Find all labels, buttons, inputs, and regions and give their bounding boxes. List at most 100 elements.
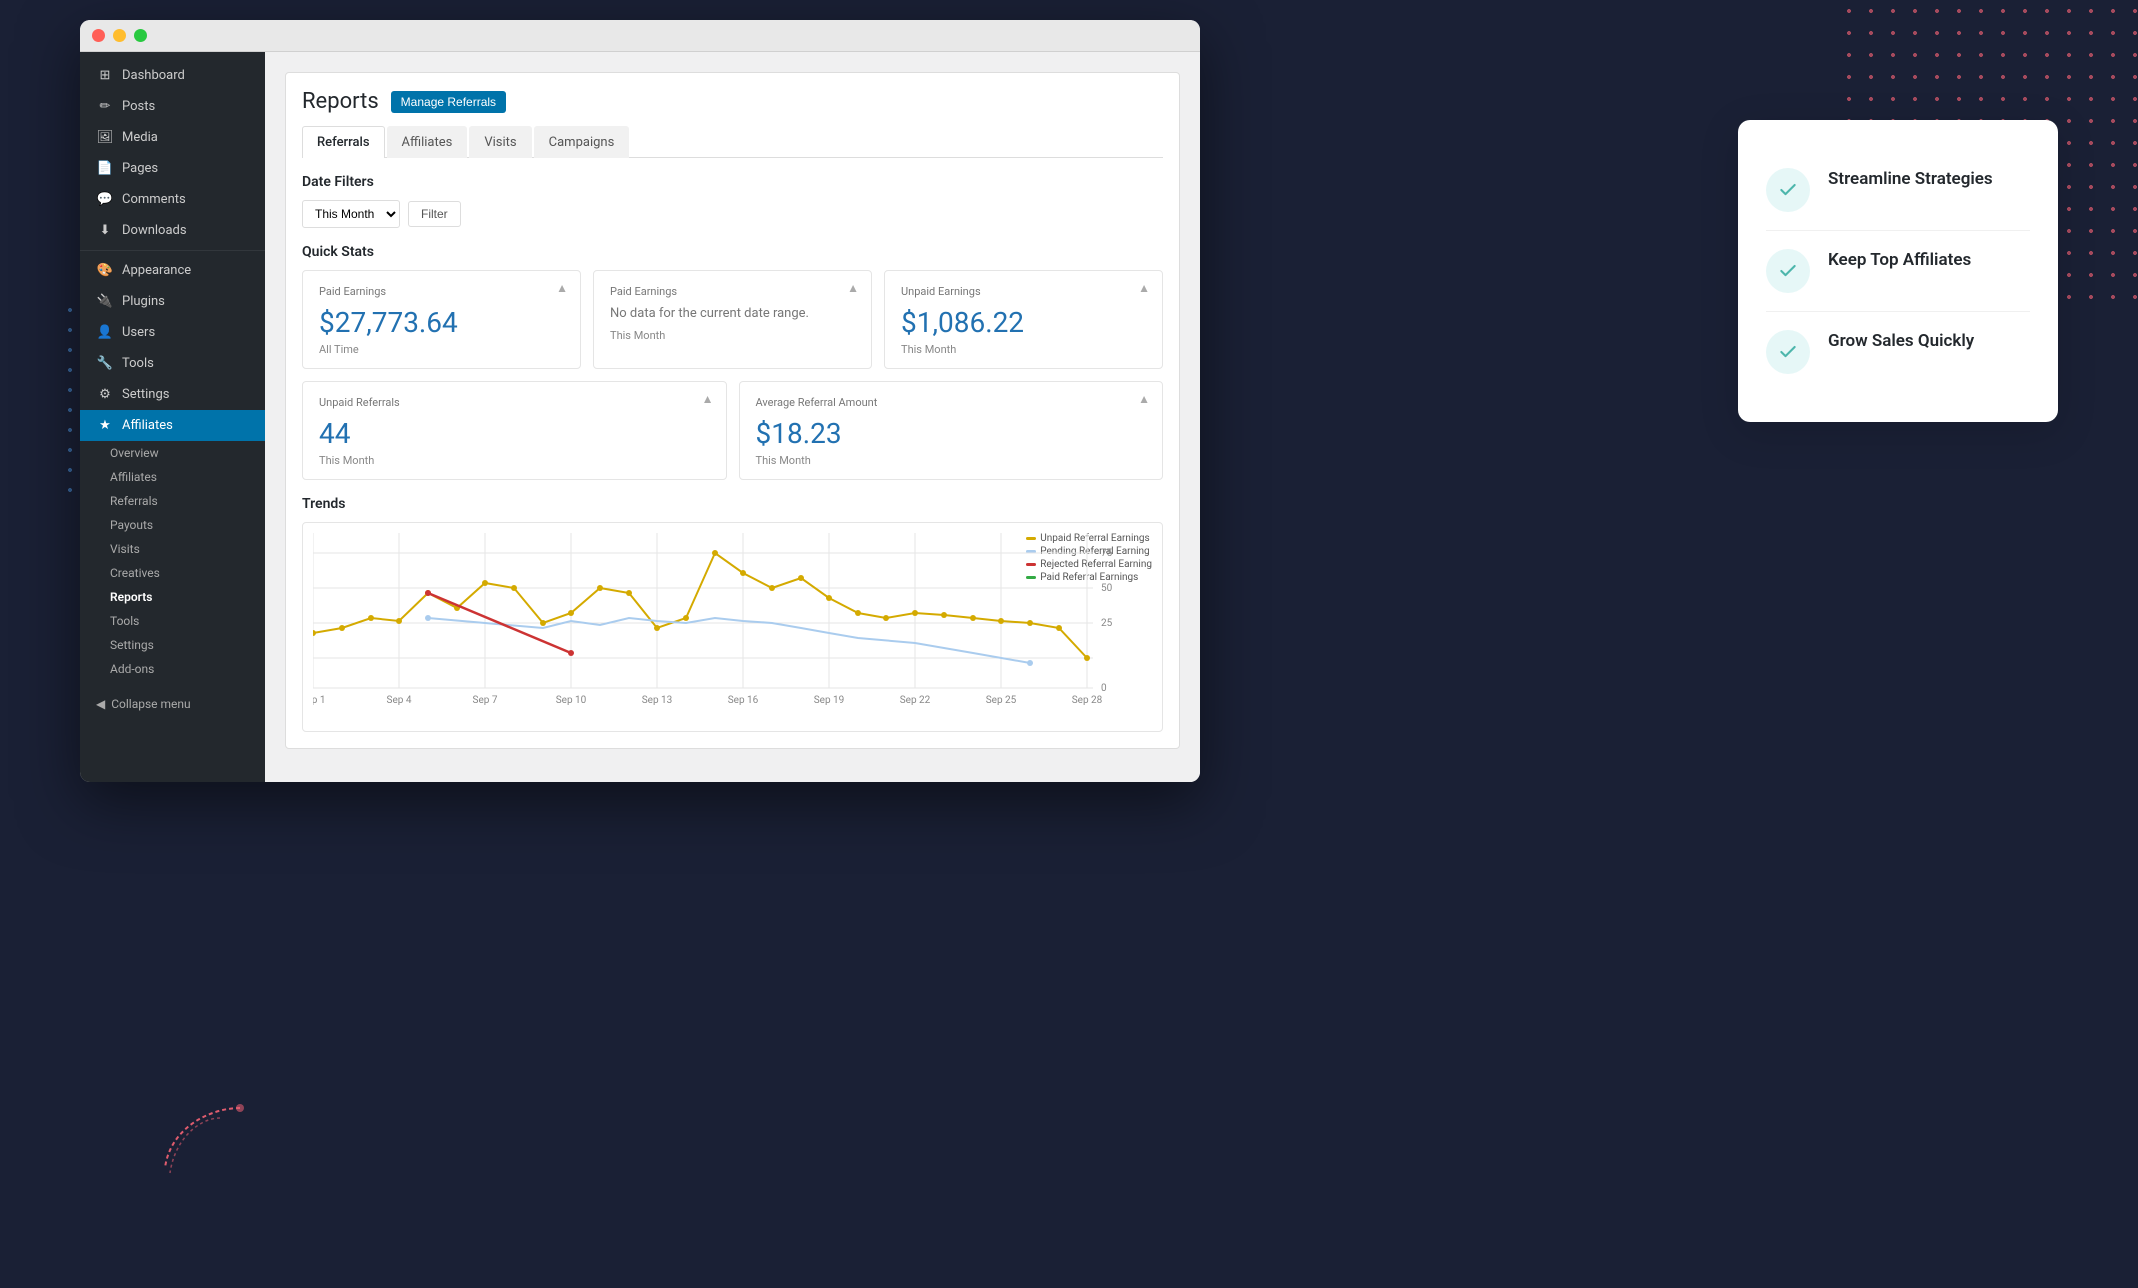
sidebar-item-dashboard[interactable]: ⊞ Dashboard (80, 60, 265, 91)
stat-card-avg-referral: Average Referral Amount ▲ $18.23 This Mo… (739, 381, 1164, 480)
stat-sub: This Month (901, 343, 1146, 356)
quick-stats-label: Quick Stats (302, 244, 1163, 260)
stat-sub: This Month (610, 329, 855, 342)
submenu-payouts[interactable]: Payouts (80, 513, 265, 537)
plugins-icon: 🔌 (96, 294, 114, 309)
collapse-label: Collapse menu (111, 697, 190, 711)
collapse-menu-button[interactable]: ◀ Collapse menu (80, 689, 265, 719)
sidebar-item-label: Media (122, 130, 158, 145)
manage-referrals-button[interactable]: Manage Referrals (391, 91, 506, 113)
submenu-affiliates[interactable]: Affiliates (80, 465, 265, 489)
submenu-tools[interactable]: Tools (80, 609, 265, 633)
feature-check-keep-top (1766, 249, 1810, 293)
stat-label: Unpaid Earnings (901, 285, 1146, 298)
app-body: ⊞ Dashboard ✏ Posts 🖼 Media 📄 Pages 💬 Co… (80, 52, 1200, 782)
right-panel: Streamline Strategies Keep Top Affiliate… (1738, 120, 2058, 422)
tab-campaigns[interactable]: Campaigns (534, 126, 630, 158)
submenu-addons[interactable]: Add-ons (80, 657, 265, 681)
sidebar-item-plugins[interactable]: 🔌 Plugins (80, 286, 265, 317)
svg-text:Sep 25: Sep 25 (986, 695, 1017, 706)
sidebar-item-label: Appearance (122, 263, 191, 278)
stat-value: $1,086.22 (901, 306, 1146, 339)
sidebar-item-downloads[interactable]: ⬇ Downloads (80, 215, 265, 246)
feature-check-streamline (1766, 168, 1810, 212)
sidebar-item-label: Pages (122, 161, 158, 176)
submenu-overview[interactable]: Overview (80, 441, 265, 465)
feature-label-keep-top: Keep Top Affiliates (1828, 249, 1971, 271)
tab-affiliates[interactable]: Affiliates (387, 126, 468, 158)
sidebar-item-label: Downloads (122, 223, 187, 238)
sidebar-divider (80, 250, 265, 251)
svg-text:Sep 16: Sep 16 (728, 695, 759, 706)
minimize-btn[interactable] (113, 29, 126, 42)
main-content: Reports Manage Referrals Referrals Affil… (265, 52, 1200, 782)
quick-stats-grid: Paid Earnings ▲ $27,773.64 All Time Paid… (302, 270, 1163, 369)
mac-window: ⊞ Dashboard ✏ Posts 🖼 Media 📄 Pages 💬 Co… (80, 20, 1200, 782)
stat-label: Paid Earnings (319, 285, 564, 298)
svg-text:Sep 10: Sep 10 (556, 695, 587, 706)
submenu-referrals[interactable]: Referrals (80, 489, 265, 513)
date-filter-select[interactable]: This Month (302, 200, 400, 228)
feature-label-streamline: Streamline Strategies (1828, 168, 1993, 190)
sidebar-item-label: Comments (122, 192, 186, 207)
sidebar-item-affiliates[interactable]: ★ Affiliates (80, 410, 265, 441)
tab-visits[interactable]: Visits (469, 126, 531, 158)
posts-icon: ✏ (96, 99, 114, 114)
sidebar-item-pages[interactable]: 📄 Pages (80, 153, 265, 184)
maximize-btn[interactable] (134, 29, 147, 42)
sidebar-item-label: Settings (122, 387, 169, 402)
quick-stats-row2: Unpaid Referrals ▲ 44 This Month Average… (302, 381, 1163, 480)
sidebar-item-settings[interactable]: ⚙ Settings (80, 379, 265, 410)
settings-icon: ⚙ (96, 387, 114, 402)
feature-item-keep-top: Keep Top Affiliates (1766, 231, 2030, 312)
sidebar-item-users[interactable]: 👤 Users (80, 317, 265, 348)
sidebar-item-appearance[interactable]: 🎨 Appearance (80, 255, 265, 286)
stat-arrow: ▲ (556, 281, 568, 295)
sidebar-item-label: Posts (122, 99, 155, 114)
sidebar-item-posts[interactable]: ✏ Posts (80, 91, 265, 122)
appearance-icon: 🎨 (96, 263, 114, 278)
reports-header: Reports Manage Referrals (302, 89, 1163, 114)
submenu-reports[interactable]: Reports (80, 585, 265, 609)
submenu-creatives[interactable]: Creatives (80, 561, 265, 585)
sidebar-item-comments[interactable]: 💬 Comments (80, 184, 265, 215)
svg-text:Sep 19: Sep 19 (814, 695, 845, 706)
chart-svg: 75 50 25 0 (313, 533, 1133, 708)
sidebar-submenu: Overview Affiliates Referrals Payouts Vi… (80, 441, 265, 681)
filter-button[interactable]: Filter (408, 201, 461, 227)
users-icon: 👤 (96, 325, 114, 340)
tab-referrals[interactable]: Referrals (302, 126, 385, 158)
sidebar-item-tools[interactable]: 🔧 Tools (80, 348, 265, 379)
svg-text:50: 50 (1101, 583, 1113, 594)
titlebar (80, 20, 1200, 52)
svg-text:Sep 22: Sep 22 (900, 695, 931, 706)
stat-card-paid-earnings-month: Paid Earnings ▲ No data for the current … (593, 270, 872, 369)
sidebar-item-label: Tools (122, 356, 154, 371)
svg-text:25: 25 (1101, 618, 1113, 629)
downloads-icon: ⬇ (96, 223, 114, 238)
svg-text:75: 75 (1101, 548, 1113, 559)
stat-card-unpaid-earnings: Unpaid Earnings ▲ $1,086.22 This Month (884, 270, 1163, 369)
stat-label: Paid Earnings (610, 285, 855, 298)
page-title: Reports (302, 89, 379, 114)
tools-icon: 🔧 (96, 356, 114, 371)
decorative-arc (150, 1088, 270, 1208)
stat-nodata: No data for the current date range. (610, 306, 855, 321)
submenu-visits[interactable]: Visits (80, 537, 265, 561)
svg-text:Sep 4: Sep 4 (387, 695, 412, 706)
sidebar-item-label: Users (122, 325, 155, 340)
sidebar-item-media[interactable]: 🖼 Media (80, 122, 265, 153)
trends-label: Trends (302, 496, 1163, 512)
tab-navigation: Referrals Affiliates Visits Campaigns (302, 126, 1163, 158)
check-icon (1778, 342, 1798, 362)
collapse-icon: ◀ (96, 697, 105, 711)
close-btn[interactable] (92, 29, 105, 42)
stat-card-paid-earnings-alltime: Paid Earnings ▲ $27,773.64 All Time (302, 270, 581, 369)
sidebar-item-label: Plugins (122, 294, 165, 309)
feature-label-grow-sales: Grow Sales Quickly (1828, 330, 1974, 352)
stat-value: $27,773.64 (319, 306, 564, 339)
stat-value: 44 (319, 417, 710, 450)
stat-arrow: ▲ (1138, 281, 1150, 295)
stat-sub: This Month (756, 454, 1147, 467)
submenu-settings[interactable]: Settings (80, 633, 265, 657)
